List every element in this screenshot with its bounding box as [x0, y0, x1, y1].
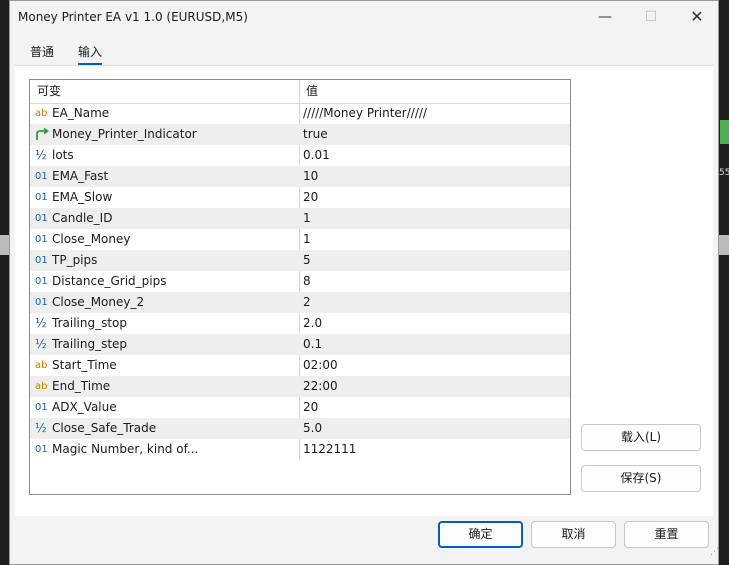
- title-bar[interactable]: Money Printer EA v1 1.0 (EURUSD,M5) — ☐ …: [10, 1, 718, 33]
- table-row[interactable]: 01 Magic Number, kind of... 1122111: [30, 439, 570, 460]
- background-price-tick: 55: [719, 168, 729, 178]
- variable-name: Money_Printer_Indicator: [52, 127, 197, 141]
- fraction-icon: ½: [35, 421, 47, 435]
- fraction-icon: ½: [35, 337, 47, 351]
- table-row[interactable]: 01 EMA_Slow 20: [30, 187, 570, 208]
- table-row[interactable]: ab End_Time 22:00: [30, 376, 570, 397]
- background-chart-left: [0, 0, 9, 565]
- bool-arrow-icon: [35, 124, 50, 145]
- tab-inputs[interactable]: 输入: [78, 43, 102, 60]
- load-button[interactable]: 载入(L): [581, 424, 701, 451]
- table-row[interactable]: ½ Trailing_stop 2.0: [30, 313, 570, 334]
- variable-value[interactable]: 8: [303, 271, 311, 292]
- variable-value[interactable]: /////Money Printer/////: [303, 103, 427, 124]
- variable-name: ADX_Value: [52, 400, 117, 414]
- table-row[interactable]: 01 TP_pips 5: [30, 250, 570, 271]
- table-row[interactable]: ab Start_Time 02:00: [30, 355, 570, 376]
- variable-name: EMA_Slow: [52, 190, 113, 204]
- variable-value[interactable]: 2.0: [303, 313, 322, 334]
- integer-icon: 01: [35, 255, 48, 266]
- variable-name: Magic Number, kind of...: [52, 442, 199, 456]
- variable-value[interactable]: 5: [303, 250, 311, 271]
- inputs-table: 可变 值 ab EA_Name/////Money Printer/////Mon…: [29, 79, 571, 495]
- variable-value[interactable]: 1: [303, 229, 311, 250]
- variable-value[interactable]: 1: [303, 208, 311, 229]
- table-row[interactable]: Money_Printer_Indicator true: [30, 124, 570, 145]
- variable-value[interactable]: 02:00: [303, 355, 338, 376]
- variable-name: Start_Time: [52, 358, 117, 372]
- variable-name: Trailing_step: [52, 337, 128, 351]
- maximize-button[interactable]: ☐: [628, 5, 674, 29]
- tab-common[interactable]: 普通: [30, 43, 54, 60]
- table-header: 可变 值: [30, 80, 570, 104]
- cancel-button[interactable]: 取消: [531, 521, 616, 548]
- integer-icon: 01: [35, 297, 48, 308]
- fraction-icon: ½: [35, 148, 47, 162]
- integer-icon: 01: [35, 234, 48, 245]
- variable-value[interactable]: true: [303, 124, 328, 145]
- variable-value[interactable]: 1122111: [303, 439, 356, 460]
- fraction-icon: ½: [35, 316, 47, 330]
- ab-icon: ab: [35, 360, 48, 371]
- table-row[interactable]: 01 Close_Money 1: [30, 229, 570, 250]
- ok-button[interactable]: 确定: [438, 521, 523, 548]
- table-row[interactable]: 01 Candle_ID 1: [30, 208, 570, 229]
- variable-name: Close_Money_2: [52, 295, 145, 309]
- integer-icon: 01: [35, 276, 48, 287]
- table-row[interactable]: 01 EMA_Fast 10: [30, 166, 570, 187]
- variable-name: Close_Money: [52, 232, 131, 246]
- ab-icon: ab: [35, 108, 48, 119]
- ab-icon: ab: [35, 381, 48, 392]
- integer-icon: 01: [35, 402, 48, 413]
- table-row[interactable]: 01 Close_Money_2 2: [30, 292, 570, 313]
- variable-name: EMA_Fast: [52, 169, 109, 183]
- variable-value[interactable]: 22:00: [303, 376, 338, 397]
- ea-properties-dialog: Money Printer EA v1 1.0 (EURUSD,M5) — ☐ …: [9, 0, 719, 565]
- integer-icon: 01: [35, 444, 48, 455]
- table-row[interactable]: 01 ADX_Value 20: [30, 397, 570, 418]
- resize-grip-icon[interactable]: ⋰: [710, 547, 719, 557]
- variable-name: Candle_ID: [52, 211, 113, 225]
- integer-icon: 01: [35, 171, 48, 182]
- window-title: Money Printer EA v1 1.0 (EURUSD,M5): [18, 10, 248, 24]
- variable-name: Distance_Grid_pips: [52, 274, 167, 288]
- column-header-value[interactable]: 值: [306, 80, 318, 103]
- reset-button[interactable]: 重置: [624, 521, 709, 548]
- variable-value[interactable]: 20: [303, 187, 318, 208]
- table-row[interactable]: 01 Distance_Grid_pips 8: [30, 271, 570, 292]
- variable-value[interactable]: 2: [303, 292, 311, 313]
- variable-name: TP_pips: [52, 253, 98, 267]
- variable-value[interactable]: 0.1: [303, 334, 322, 355]
- close-button[interactable]: ✕: [674, 5, 720, 29]
- variable-value[interactable]: 20: [303, 397, 318, 418]
- variable-value[interactable]: 0.01: [303, 145, 330, 166]
- variable-value[interactable]: 5.0: [303, 418, 322, 439]
- variable-name: Trailing_stop: [52, 316, 127, 330]
- minimize-button[interactable]: —: [582, 5, 628, 29]
- table-row[interactable]: ½ Trailing_step 0.1: [30, 334, 570, 355]
- column-header-variable[interactable]: 可变: [37, 80, 61, 103]
- background-band-right: [719, 235, 729, 255]
- background-candle: [720, 120, 729, 144]
- variable-value[interactable]: 10: [303, 166, 318, 187]
- table-row[interactable]: ½ lots 0.01: [30, 145, 570, 166]
- table-row[interactable]: ½ Close_Safe_Trade 5.0: [30, 418, 570, 439]
- variable-name: EA_Name: [52, 106, 110, 120]
- variable-name: lots: [52, 148, 74, 162]
- integer-icon: 01: [35, 192, 48, 203]
- integer-icon: 01: [35, 213, 48, 224]
- variable-name: Close_Safe_Trade: [52, 421, 157, 435]
- table-row[interactable]: ab EA_Name /////Money Printer/////: [30, 103, 570, 124]
- variable-name: End_Time: [52, 379, 111, 393]
- save-button[interactable]: 保存(S): [581, 465, 701, 492]
- background-chart-right: [719, 0, 729, 565]
